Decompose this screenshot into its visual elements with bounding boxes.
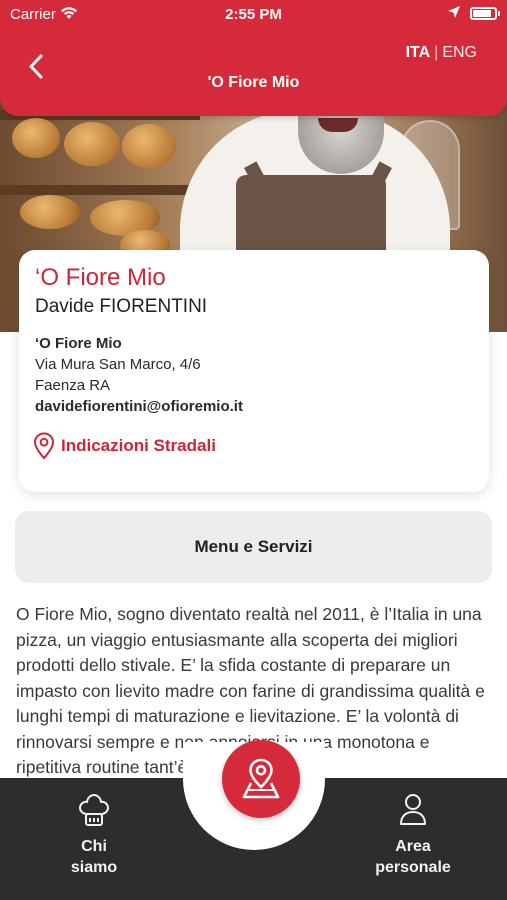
menu-services-button[interactable]: Menu e Servizi — [15, 511, 492, 583]
tab-chi-siamo-label-1: Chi — [81, 838, 107, 855]
location-pin-icon — [33, 432, 55, 460]
address-name: ‘O Fiore Mio — [35, 335, 122, 352]
map-pin-icon — [242, 758, 280, 799]
tab-area-personale[interactable]: Area personale — [353, 792, 473, 878]
directions-link[interactable]: Indicazioni Stradali — [33, 432, 216, 460]
shelf — [0, 185, 200, 195]
person-icon — [400, 794, 426, 825]
address-block: ‘O Fiore Mio Via Mura San Marco, 4/6 Fae… — [35, 333, 243, 417]
info-card: ‘O Fiore Mio Davide FIORENTINI ‘O Fiore … — [19, 250, 489, 492]
map-fab-button[interactable] — [222, 740, 300, 818]
lang-separator: | — [434, 44, 439, 61]
tab-area-personale-label-1: Area — [395, 838, 431, 855]
app-header: Carrier 2:55 PM 'O Fiore Mio ITA | ENG — [0, 0, 507, 116]
status-bar: Carrier 2:55 PM — [0, 0, 507, 28]
bread — [122, 124, 176, 168]
owner-name: Davide FIORENTINI — [35, 296, 208, 317]
language-switcher: ITA | ENG — [406, 44, 477, 62]
bread — [20, 195, 80, 229]
battery-icon — [470, 7, 500, 20]
tab-chi-siamo[interactable]: Chi siamo — [34, 792, 154, 878]
bread — [12, 118, 60, 158]
lang-eng[interactable]: ENG — [442, 44, 477, 61]
business-name: ‘O Fiore Mio — [35, 264, 166, 291]
lang-ita[interactable]: ITA — [406, 44, 431, 61]
address-street: Via Mura San Marco, 4/6 — [35, 356, 201, 373]
page-title: 'O Fiore Mio — [207, 74, 300, 91]
clock: 2:55 PM — [225, 6, 282, 23]
bread — [64, 122, 120, 166]
email-link[interactable]: davidefiorentini@ofioremio.it — [35, 396, 243, 417]
directions-label: Indicazioni Stradali — [61, 436, 216, 455]
menu-services-label: Menu e Servizi — [194, 537, 313, 556]
tab-chi-siamo-label-2: siamo — [70, 859, 118, 876]
chef-hat-icon — [79, 794, 109, 826]
address-city: Faenza RA — [35, 377, 111, 394]
location-arrow-icon — [447, 5, 461, 23]
tab-area-personale-label-2: personale — [375, 859, 451, 876]
